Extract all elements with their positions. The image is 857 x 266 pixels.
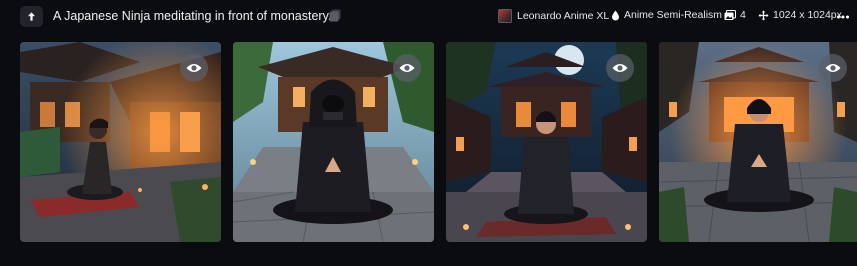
model-tag[interactable]: Leonardo Anime XL — [498, 9, 609, 23]
image-gallery — [0, 42, 857, 242]
resolution-tag: 1024 x 1024px — [758, 9, 842, 21]
eye-icon — [399, 64, 415, 72]
move-arrows-icon — [758, 10, 769, 20]
drop-icon — [612, 10, 619, 20]
view-image-2-button[interactable] — [393, 54, 421, 82]
generated-image-3[interactable] — [446, 42, 647, 242]
generated-image-2[interactable] — [233, 42, 434, 242]
image-count: 4 — [740, 9, 746, 21]
scroll-up-button[interactable] — [20, 6, 43, 27]
arrow-up-icon — [28, 12, 35, 21]
generated-image-4[interactable] — [659, 42, 857, 242]
images-icon — [724, 9, 736, 20]
view-image-4-button[interactable] — [819, 54, 847, 82]
model-name: Leonardo Anime XL — [517, 10, 610, 22]
more-dots-icon[interactable] — [836, 11, 850, 23]
generated-image-1[interactable] — [20, 42, 221, 242]
generation-header: A Japanese Ninja meditating in front of … — [0, 0, 857, 34]
image-count-tag: 4 — [724, 9, 746, 21]
style-name: Anime Semi-Realism — [624, 9, 723, 21]
model-thumbnail — [498, 9, 512, 23]
eye-icon — [825, 64, 841, 72]
view-image-1-button[interactable] — [180, 54, 208, 82]
eye-icon — [612, 64, 628, 72]
prompt-text: A Japanese Ninja meditating in front of … — [53, 9, 332, 23]
style-tag[interactable]: Anime Semi-Realism — [611, 9, 722, 21]
copy-icon[interactable] — [327, 7, 343, 23]
resolution: 1024 x 1024px — [773, 9, 842, 21]
eye-icon — [186, 64, 202, 72]
view-image-3-button[interactable] — [606, 54, 634, 82]
